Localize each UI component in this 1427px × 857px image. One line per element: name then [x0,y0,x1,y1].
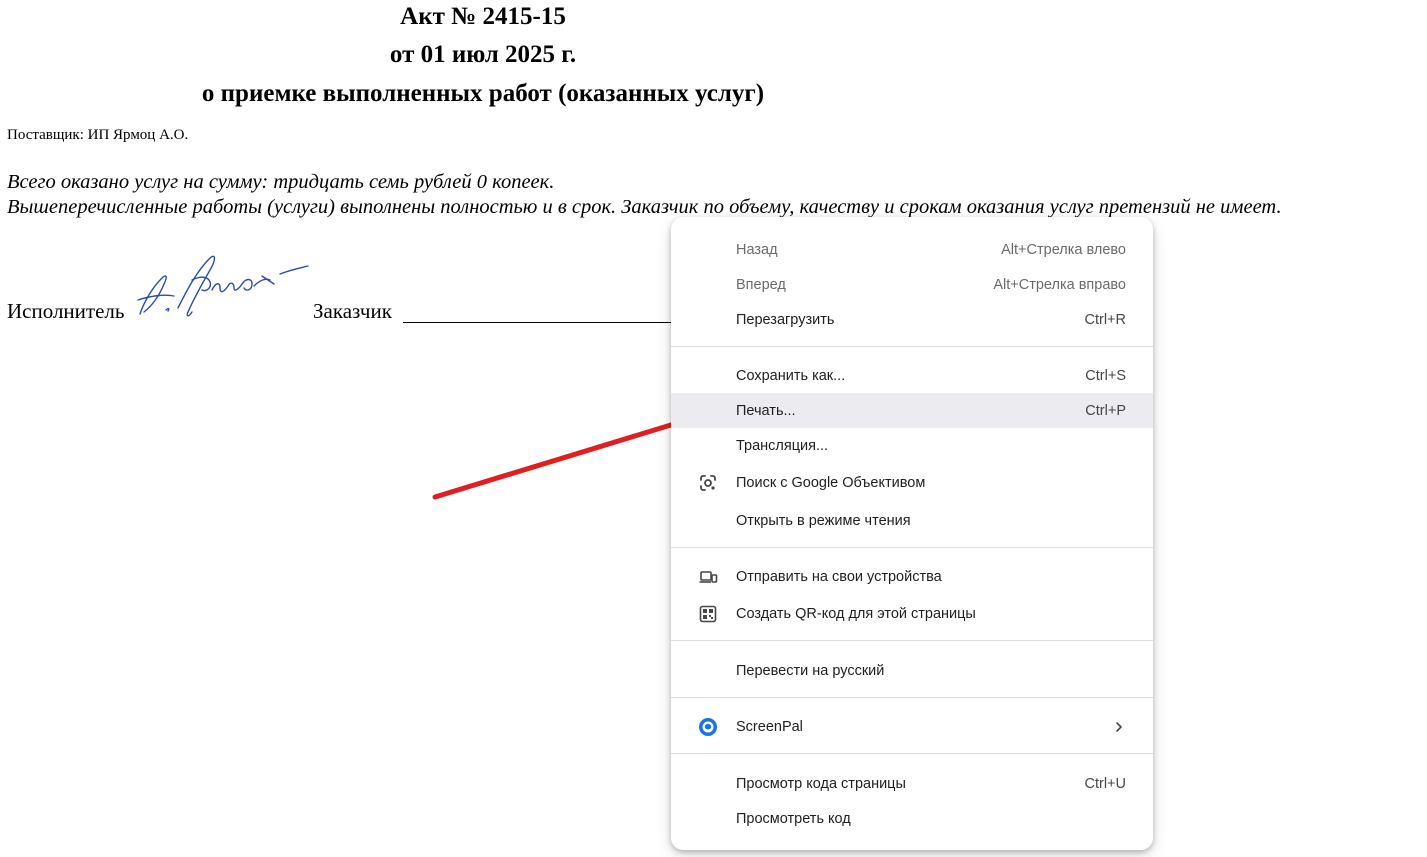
menu-item-forward-shortcut: Alt+Стрелка вправо [993,276,1126,293]
menu-item-view-source[interactable]: Просмотр кода страницы Ctrl+U [671,766,1153,801]
google-lens-icon [700,474,716,491]
screenpal-icon [699,717,717,736]
menu-item-inspect[interactable]: Просмотреть код [671,801,1153,836]
menu-item-reload-shortcut: Ctrl+R [1084,311,1127,328]
menu-item-reload[interactable]: Перезагрузить Ctrl+R [671,302,1153,337]
context-menu: Назад Alt+Стрелка влево Вперед Alt+Стрел… [671,217,1153,850]
menu-item-print[interactable]: Печать... Ctrl+P [671,393,1153,428]
executor-label: Исполнитель [7,299,125,323]
menu-item-google-lens[interactable]: Поиск с Google Объективом [671,465,1153,500]
menu-separator [671,547,1153,548]
menu-item-cast[interactable]: Трансляция... [671,428,1153,463]
menu-separator [671,346,1153,347]
menu-item-back-shortcut: Alt+Стрелка влево [1001,241,1126,258]
menu-item-reading-mode-label: Открыть в режиме чтения [736,512,911,529]
menu-item-reload-label: Перезагрузить [736,311,835,328]
customer-signature-line [403,322,673,323]
menu-item-save-as[interactable]: Сохранить как... Ctrl+S [671,358,1153,393]
menu-item-save-as-label: Сохранить как... [736,367,846,384]
menu-separator [671,697,1153,698]
menu-item-google-lens-label: Поиск с Google Объективом [736,474,926,491]
menu-item-reading-mode[interactable]: Открыть в режиме чтения [671,503,1153,538]
menu-item-translate-label: Перевести на русский [736,662,885,679]
menu-separator [671,753,1153,754]
menu-item-inspect-label: Просмотреть код [736,810,851,827]
menu-item-forward[interactable]: Вперед Alt+Стрелка вправо [671,267,1153,302]
qr-code-icon [699,605,717,622]
devices-icon [699,570,718,583]
menu-item-forward-label: Вперед [736,276,786,293]
menu-item-back[interactable]: Назад Alt+Стрелка влево [671,232,1153,267]
menu-item-back-label: Назад [736,241,778,258]
menu-item-screenpal-label: ScreenPal [736,718,803,735]
page: Акт № 2415-15 от 01 июл 2025 г. о приемк… [0,0,1427,857]
menu-item-print-shortcut: Ctrl+P [1085,402,1126,419]
statement-line: Вышеперечисленные работы (услуги) выполн… [7,196,1282,218]
menu-item-qr-code[interactable]: Создать QR-код для этой страницы [671,596,1153,631]
supplier-line: Поставщик: ИП Ярмоц А.О. [7,127,189,143]
executor-signature [137,255,309,317]
customer-label: Заказчик [313,299,392,323]
menu-item-send-to-devices-label: Отправить на свои устройства [736,568,942,585]
menu-item-view-source-shortcut: Ctrl+U [1084,775,1127,792]
menu-item-send-to-devices[interactable]: Отправить на свои устройства [671,559,1153,594]
chevron-right-icon [1116,721,1122,732]
act-date: от 01 июл 2025 г. [389,41,577,68]
menu-item-screenpal[interactable]: ScreenPal [671,709,1153,744]
act-title: Акт № 2415-15 [400,3,566,30]
menu-item-view-source-label: Просмотр кода страницы [736,775,906,792]
menu-item-save-as-shortcut: Ctrl+S [1085,367,1126,384]
total-amount-line: Всего оказано услуг на сумму: тридцать с… [7,171,555,193]
menu-item-cast-label: Трансляция... [736,437,829,454]
menu-separator [671,640,1153,641]
menu-item-translate[interactable]: Перевести на русский [671,653,1153,688]
act-subject: о приемке выполненных работ (оказанных у… [201,80,765,107]
menu-item-print-label: Печать... [736,402,796,419]
menu-item-qr-code-label: Создать QR-код для этой страницы [736,605,976,622]
